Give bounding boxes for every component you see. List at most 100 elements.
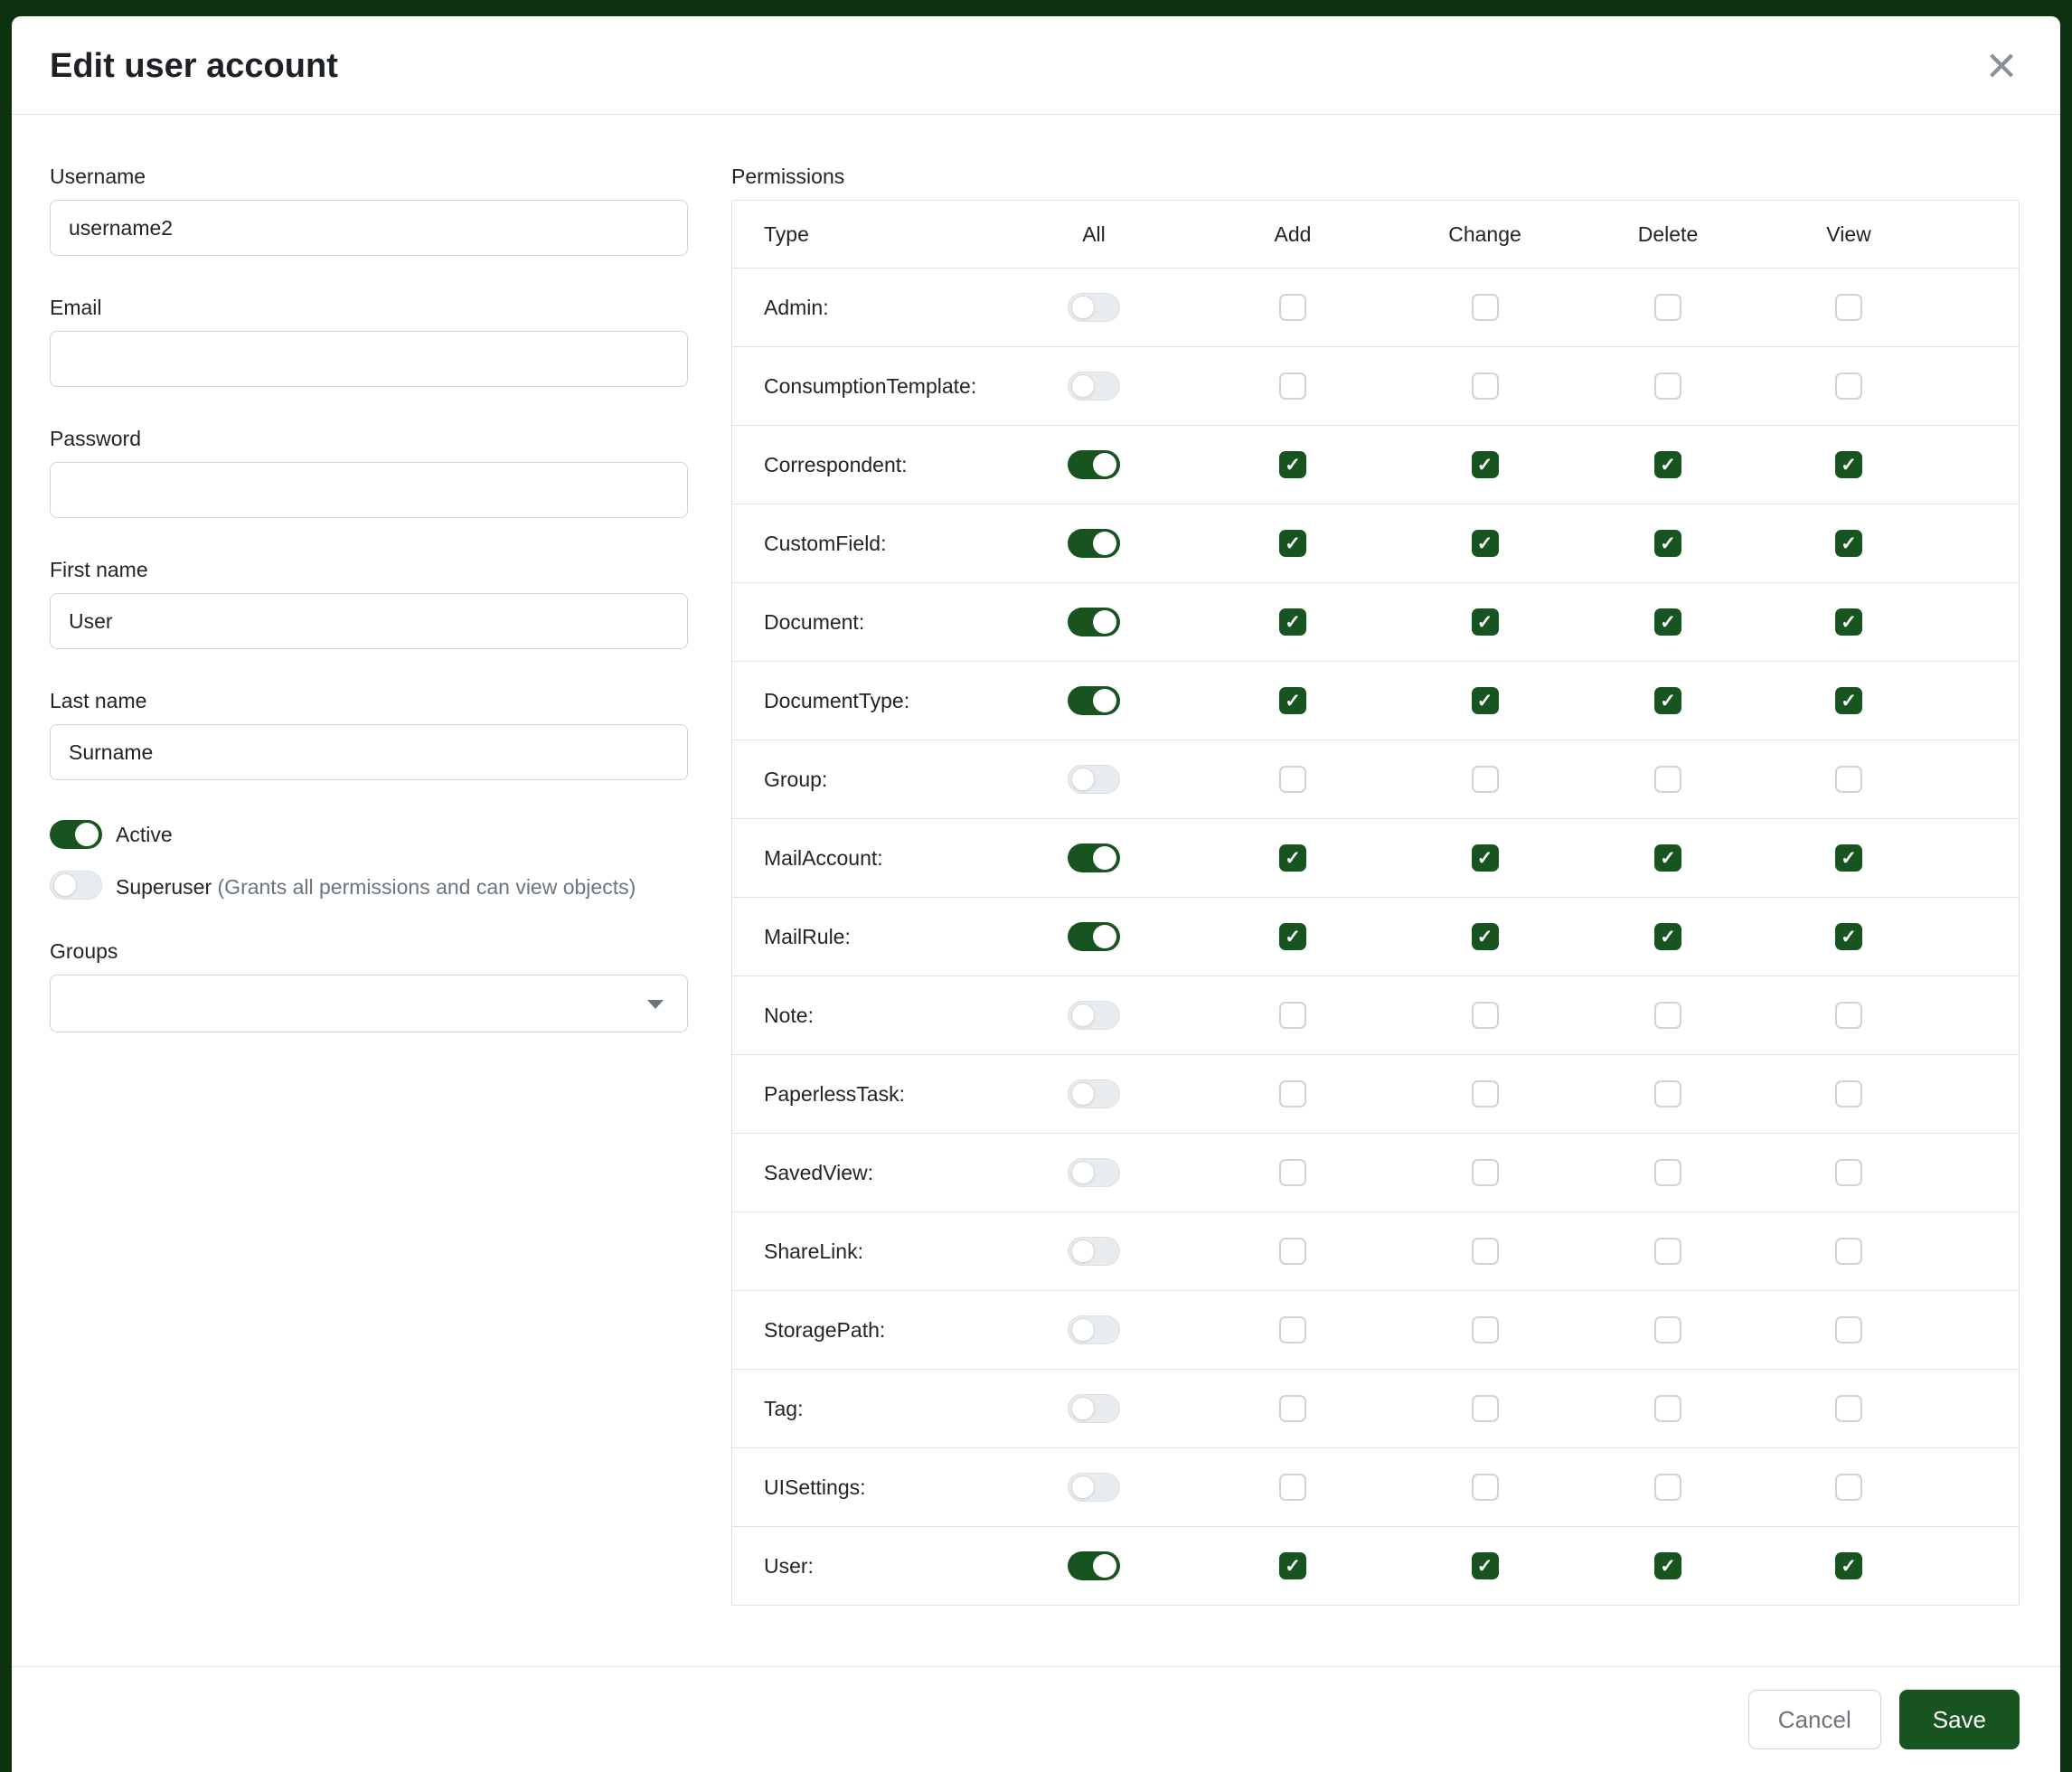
superuser-label: Superuser: [116, 875, 212, 899]
permission-change-checkbox[interactable]: ✓: [1472, 530, 1499, 557]
permission-change-checkbox[interactable]: ✓: [1472, 294, 1499, 321]
permission-delete-checkbox[interactable]: ✓: [1654, 1395, 1681, 1422]
permission-delete-checkbox[interactable]: ✓: [1654, 294, 1681, 321]
permission-view-checkbox[interactable]: ✓: [1835, 1395, 1862, 1422]
permission-add-checkbox[interactable]: ✓: [1279, 1316, 1306, 1343]
permission-view-checkbox[interactable]: ✓: [1835, 1080, 1862, 1108]
permission-all-toggle[interactable]: [1068, 1079, 1120, 1108]
permission-all-toggle[interactable]: [1068, 1551, 1120, 1580]
permission-change-checkbox[interactable]: ✓: [1472, 451, 1499, 478]
permission-change-checkbox[interactable]: ✓: [1472, 844, 1499, 872]
password-input[interactable]: [50, 462, 688, 518]
permission-change-checkbox[interactable]: ✓: [1472, 1395, 1499, 1422]
permission-delete-checkbox[interactable]: ✓: [1654, 1080, 1681, 1108]
save-button[interactable]: Save: [1899, 1690, 2020, 1749]
toggle-knob: [1093, 532, 1116, 555]
permission-add-checkbox[interactable]: ✓: [1279, 1552, 1306, 1579]
permission-all-toggle[interactable]: [1068, 529, 1120, 558]
username-input[interactable]: [50, 200, 688, 256]
permission-view-checkbox[interactable]: ✓: [1835, 1316, 1862, 1343]
permission-add-checkbox[interactable]: ✓: [1279, 1080, 1306, 1108]
permission-view-checkbox[interactable]: ✓: [1835, 608, 1862, 636]
permission-view-checkbox[interactable]: ✓: [1835, 1159, 1862, 1186]
permission-all-toggle[interactable]: [1068, 1315, 1120, 1344]
permission-all-toggle[interactable]: [1068, 608, 1120, 636]
permission-all-toggle[interactable]: [1068, 686, 1120, 715]
permission-add-checkbox[interactable]: ✓: [1279, 844, 1306, 872]
active-toggle[interactable]: [50, 820, 102, 849]
column-header-all: All: [1082, 222, 1106, 247]
permission-change-checkbox[interactable]: ✓: [1472, 923, 1499, 950]
permission-add-checkbox[interactable]: ✓: [1279, 766, 1306, 793]
permission-add-checkbox[interactable]: ✓: [1279, 1238, 1306, 1265]
permission-change-checkbox[interactable]: ✓: [1472, 1316, 1499, 1343]
permission-view-checkbox[interactable]: ✓: [1835, 1002, 1862, 1029]
permission-delete-checkbox[interactable]: ✓: [1654, 1474, 1681, 1501]
permission-add-checkbox[interactable]: ✓: [1279, 294, 1306, 321]
permission-all-toggle[interactable]: [1068, 1001, 1120, 1030]
superuser-toggle[interactable]: [50, 871, 102, 900]
permission-view-checkbox[interactable]: ✓: [1835, 844, 1862, 872]
permission-all-toggle[interactable]: [1068, 1394, 1120, 1423]
permission-all-toggle[interactable]: [1068, 1237, 1120, 1266]
permission-view-checkbox[interactable]: ✓: [1835, 530, 1862, 557]
permission-change-checkbox[interactable]: ✓: [1472, 608, 1499, 636]
permission-view-checkbox[interactable]: ✓: [1835, 1238, 1862, 1265]
permission-change-checkbox[interactable]: ✓: [1472, 1159, 1499, 1186]
permission-view-checkbox[interactable]: ✓: [1835, 687, 1862, 714]
permission-all-toggle[interactable]: [1068, 1158, 1120, 1187]
permission-all-toggle[interactable]: [1068, 922, 1120, 951]
permission-change-checkbox[interactable]: ✓: [1472, 1474, 1499, 1501]
permission-delete-checkbox[interactable]: ✓: [1654, 1238, 1681, 1265]
permission-change-checkbox[interactable]: ✓: [1472, 687, 1499, 714]
permission-change-checkbox[interactable]: ✓: [1472, 1552, 1499, 1579]
permission-delete-checkbox[interactable]: ✓: [1654, 608, 1681, 636]
permission-delete-checkbox[interactable]: ✓: [1654, 766, 1681, 793]
email-input[interactable]: [50, 331, 688, 387]
permission-change-checkbox[interactable]: ✓: [1472, 1238, 1499, 1265]
groups-select[interactable]: [50, 975, 688, 1032]
permission-change-checkbox[interactable]: ✓: [1472, 1002, 1499, 1029]
permission-view-checkbox[interactable]: ✓: [1835, 1552, 1862, 1579]
permission-add-checkbox[interactable]: ✓: [1279, 451, 1306, 478]
last-name-input[interactable]: [50, 724, 688, 780]
permission-delete-checkbox[interactable]: ✓: [1654, 530, 1681, 557]
permission-view-checkbox[interactable]: ✓: [1835, 294, 1862, 321]
permission-all-toggle[interactable]: [1068, 293, 1120, 322]
permission-view-checkbox[interactable]: ✓: [1835, 923, 1862, 950]
permission-add-checkbox[interactable]: ✓: [1279, 530, 1306, 557]
permission-change-checkbox[interactable]: ✓: [1472, 372, 1499, 400]
permission-all-toggle[interactable]: [1068, 1473, 1120, 1502]
permission-add-checkbox[interactable]: ✓: [1279, 923, 1306, 950]
permission-add-checkbox[interactable]: ✓: [1279, 1395, 1306, 1422]
permission-view-checkbox[interactable]: ✓: [1835, 451, 1862, 478]
close-icon[interactable]: ×: [1981, 45, 2022, 87]
permission-delete-checkbox[interactable]: ✓: [1654, 451, 1681, 478]
permission-add-checkbox[interactable]: ✓: [1279, 372, 1306, 400]
permission-delete-checkbox[interactable]: ✓: [1654, 1002, 1681, 1029]
first-name-input[interactable]: [50, 593, 688, 649]
permission-add-checkbox[interactable]: ✓: [1279, 1002, 1306, 1029]
permission-all-toggle[interactable]: [1068, 372, 1120, 401]
permission-delete-checkbox[interactable]: ✓: [1654, 1552, 1681, 1579]
permission-add-checkbox[interactable]: ✓: [1279, 687, 1306, 714]
permission-delete-checkbox[interactable]: ✓: [1654, 687, 1681, 714]
permission-change-checkbox[interactable]: ✓: [1472, 766, 1499, 793]
permission-delete-checkbox[interactable]: ✓: [1654, 1159, 1681, 1186]
permission-view-checkbox[interactable]: ✓: [1835, 766, 1862, 793]
permission-view-checkbox[interactable]: ✓: [1835, 1474, 1862, 1501]
permission-delete-checkbox[interactable]: ✓: [1654, 923, 1681, 950]
permission-add-checkbox[interactable]: ✓: [1279, 1474, 1306, 1501]
username-field-group: Username: [50, 165, 688, 256]
permission-all-toggle[interactable]: [1068, 450, 1120, 479]
permission-delete-checkbox[interactable]: ✓: [1654, 372, 1681, 400]
permission-add-checkbox[interactable]: ✓: [1279, 608, 1306, 636]
permission-change-checkbox[interactable]: ✓: [1472, 1080, 1499, 1108]
permission-all-toggle[interactable]: [1068, 844, 1120, 872]
permission-delete-checkbox[interactable]: ✓: [1654, 1316, 1681, 1343]
permission-all-toggle[interactable]: [1068, 765, 1120, 794]
permission-view-checkbox[interactable]: ✓: [1835, 372, 1862, 400]
permission-add-checkbox[interactable]: ✓: [1279, 1159, 1306, 1186]
permission-delete-checkbox[interactable]: ✓: [1654, 844, 1681, 872]
cancel-button[interactable]: Cancel: [1748, 1690, 1881, 1749]
